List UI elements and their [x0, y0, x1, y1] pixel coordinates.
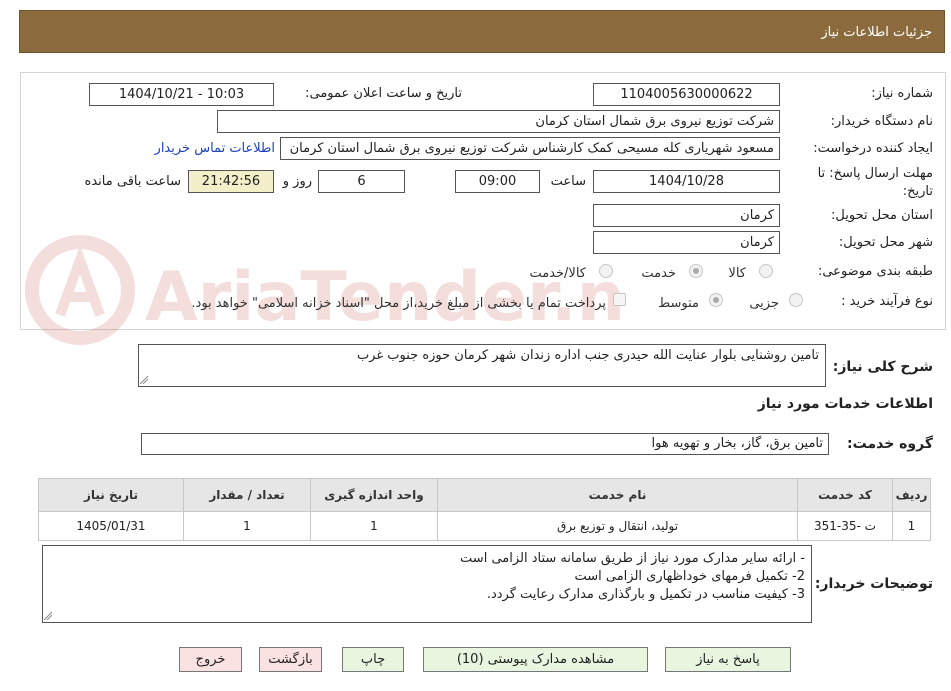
summary-textarea[interactable]: تامین روشنایی بلوار عنایت الله حیدری جنب… [138, 344, 826, 387]
col-header-service-name: نام خدمت [437, 478, 798, 512]
process-option-medium: متوسط [658, 296, 699, 311]
days-label: روز و [282, 174, 312, 189]
need-number-field[interactable]: 1104005630000622 [593, 83, 780, 106]
buyer-note-line: 3- کیفیت مناسب در تکمیل و بارگذاری مدارک… [486, 587, 805, 602]
need-number-label: شماره نیاز: [871, 86, 933, 101]
city-field[interactable]: کرمان [593, 231, 780, 254]
city-label: شهر محل تحویل: [838, 235, 933, 250]
treasury-note: پرداخت تمام یا بخشی از مبلغ خرید،از محل … [191, 296, 606, 311]
page-title: جزئیات اطلاعات نیاز [821, 25, 932, 40]
remaining-label: ساعت باقی مانده [84, 174, 181, 189]
cell-quantity: 1 [183, 511, 311, 541]
deadline-time-field[interactable]: 09:00 [455, 170, 540, 193]
col-header-row-number: ردیف [892, 478, 931, 512]
process-label: نوع فرآیند خرید : [841, 294, 933, 309]
category-option-service: خدمت [641, 266, 676, 281]
process-radio-minor[interactable] [789, 293, 803, 307]
col-header-quantity: تعداد / مقدار [183, 478, 311, 512]
table-header-row: ردیف کد خدمت نام خدمت واحد اندازه گیری ت… [38, 478, 931, 512]
province-field[interactable]: کرمان [593, 204, 780, 227]
view-attachments-button[interactable]: مشاهده مدارک پیوستی (10) [423, 647, 648, 672]
buyer-contact-link[interactable]: اطلاعات تماس خریدار [155, 141, 275, 156]
announce-label: تاریخ و ساعت اعلان عمومی: [305, 86, 462, 101]
process-radio-medium[interactable] [709, 293, 723, 307]
cell-unit: 1 [310, 511, 438, 541]
remaining-time-field: 21:42:56 [188, 170, 274, 193]
deadline-date-field[interactable]: 1404/10/28 [593, 170, 780, 193]
cell-need-date: 1405/01/31 [38, 511, 184, 541]
buyer-note-line: 2- تکمیل فرمهای خوداظهاری الزامی است [574, 569, 805, 584]
exit-button[interactable]: خروج [179, 647, 242, 672]
service-group-field[interactable]: تامین برق، گاز، بخار و تهویه هوا [141, 433, 829, 455]
services-table: ردیف کد خدمت نام خدمت واحد اندازه گیری ت… [38, 478, 931, 541]
process-option-minor: جزیی [749, 296, 779, 311]
buyer-org-field[interactable]: شرکت توزیع نیروی برق شمال استان کرمان [217, 110, 780, 133]
category-radio-goods[interactable] [759, 264, 773, 278]
col-header-service-code: کد خدمت [797, 478, 893, 512]
category-option-goods-service: کالا/خدمت [529, 266, 586, 281]
table-row[interactable]: 1 ت -35-351 تولید، انتقال و توزیع برق 1 … [38, 511, 931, 541]
province-label: استان محل تحویل: [831, 208, 933, 223]
requester-label: ایجاد کننده درخواست: [813, 141, 933, 156]
category-radio-goods-service[interactable] [599, 264, 613, 278]
deadline-label-line1: مهلت ارسال پاسخ: تا [817, 166, 933, 181]
col-header-need-date: تاریخ نیاز [38, 478, 184, 512]
cell-row-number: 1 [892, 511, 931, 541]
service-group-label: گروه خدمت: [847, 436, 933, 452]
deadline-time-label: ساعت [550, 174, 586, 189]
buyer-org-label: نام دستگاه خریدار: [830, 114, 933, 129]
page-header: جزئیات اطلاعات نیاز [19, 10, 945, 53]
col-header-unit: واحد اندازه گیری [310, 478, 438, 512]
buyer-note-line: - ارائه سایر مدارک مورد نیاز از طریق سام… [460, 551, 805, 566]
days-field[interactable]: 6 [318, 170, 405, 193]
buyer-notes-label: توضیحات خریدار: [814, 576, 933, 592]
cell-service-code: ت -35-351 [797, 511, 893, 541]
category-label: طبقه بندی موضوعی: [817, 264, 933, 279]
summary-text: تامین روشنایی بلوار عنایت الله حیدری جنب… [356, 348, 819, 363]
back-button[interactable]: بازگشت [259, 647, 322, 672]
announce-date-field[interactable]: 1404/10/21 - 10:03 [89, 83, 274, 106]
category-option-goods: کالا [728, 266, 746, 281]
summary-label: شرح کلی نیاز: [832, 359, 933, 375]
deadline-label-line2: تاریخ: [902, 184, 933, 199]
cell-service-name: تولید، انتقال و توزیع برق [437, 511, 798, 541]
reply-to-need-button[interactable]: پاسخ به نیاز [665, 647, 791, 672]
requester-field[interactable]: مسعود شهریاری کله مسیحی کمک کارشناس شرکت… [280, 137, 780, 160]
treasury-checkbox[interactable] [613, 293, 626, 306]
buyer-notes-textarea[interactable]: - ارائه سایر مدارک مورد نیاز از طریق سام… [42, 545, 812, 623]
services-section-title: اطلاعات خدمات مورد نیاز [757, 396, 933, 412]
print-button[interactable]: چاپ [342, 647, 404, 672]
resize-handle-icon[interactable] [44, 612, 52, 620]
resize-handle-icon[interactable] [140, 376, 148, 384]
category-radio-service[interactable] [689, 264, 703, 278]
